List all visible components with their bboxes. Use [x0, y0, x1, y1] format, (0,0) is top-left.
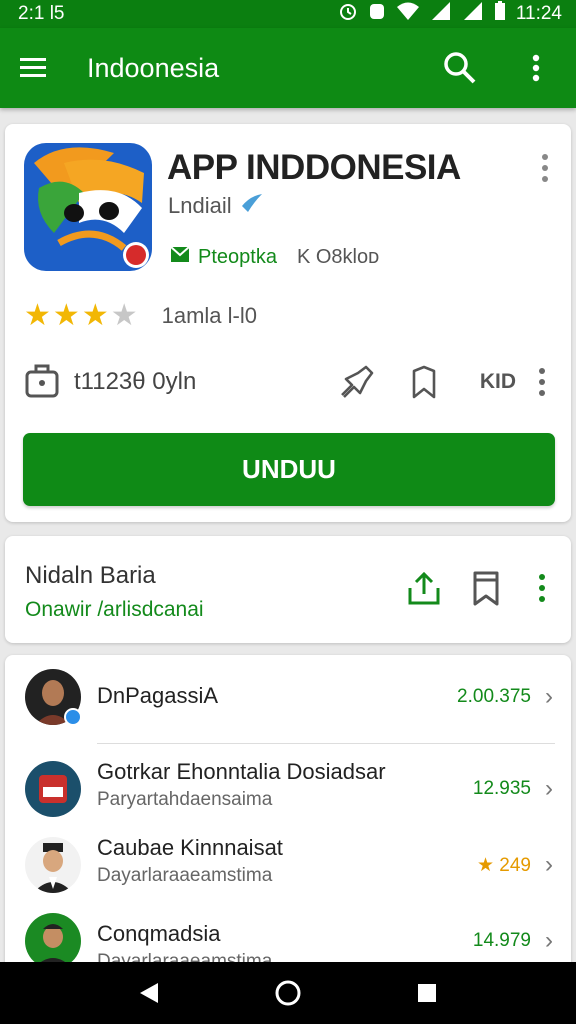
- list-item-value: ★ 249: [476, 854, 531, 876]
- list-item-name: Caubae Kinnnaisat: [97, 835, 283, 860]
- status-time: 2:1 l5: [18, 3, 65, 24]
- status-icons: 11:24: [338, 1, 562, 27]
- kid-label: KID: [479, 370, 516, 393]
- list-item-value: 14.979: [472, 930, 531, 951]
- star-empty-icon: ★: [110, 299, 140, 332]
- avatar: [25, 837, 81, 893]
- list-item[interactable]: Gotrkar Ehonntalia Dosiadsar Paryartahda…: [5, 749, 571, 829]
- app-tag: Pteoptka K O8klоᴅ: [170, 244, 379, 270]
- bookmark-outline-icon[interactable]: [466, 568, 506, 608]
- verified-icon: [240, 192, 264, 220]
- list-item-name: DnPagassiA: [97, 683, 219, 708]
- menu-icon[interactable]: [20, 48, 60, 88]
- chevron-right-icon: ›: [545, 851, 553, 878]
- recents-icon[interactable]: [403, 969, 451, 1017]
- share-icon[interactable]: [404, 568, 444, 608]
- tag-icon: [170, 244, 190, 270]
- meta-overflow-icon[interactable]: [530, 362, 554, 402]
- rating-text: 1amla l-l0: [161, 302, 257, 328]
- divider: [97, 743, 555, 744]
- list-card: DnPagassiA 2.00.375 › Gotrkar Ehonntalia…: [5, 655, 571, 975]
- chevron-right-icon: ›: [545, 927, 553, 954]
- status-bar: 2:1 l5 11:24: [0, 0, 576, 28]
- app-card-overflow-icon[interactable]: [533, 148, 557, 188]
- battery-icon: [494, 1, 506, 27]
- chevron-right-icon: ›: [545, 683, 553, 710]
- home-icon[interactable]: [264, 969, 312, 1017]
- tag-label: Pteoptka: [198, 245, 277, 268]
- signal-icon: [430, 1, 452, 27]
- notification-icon: [368, 1, 386, 27]
- star-icon: ★: [24, 299, 53, 332]
- list-item-value: 2.00.375: [457, 686, 531, 707]
- list-item[interactable]: DnPagassiA 2.00.375 ›: [5, 657, 571, 737]
- system-nav-bar: [0, 962, 576, 1024]
- rating-row: ★★★★ 1amla l-l0: [24, 298, 257, 333]
- meta-row: t1123θ 0уln KID: [24, 360, 554, 404]
- section-title: Nidaln Baria: [25, 562, 156, 589]
- star-icon: ★: [81, 299, 111, 332]
- list-item-subtitle: Paryartahdaensaima: [97, 789, 273, 810]
- download-size-icon: [24, 362, 60, 403]
- list-item-name: Gotrkar Ehonntalia Dosiadsar: [97, 759, 386, 784]
- app-developer[interactable]: Lndiail: [168, 192, 264, 220]
- app-bar: Indoonesia: [0, 28, 576, 108]
- developer-name: Lndiail: [168, 193, 232, 218]
- tag-extra: K O8klоᴅ: [296, 245, 380, 268]
- avatar: [25, 913, 81, 969]
- app-logo-icon: [24, 143, 152, 271]
- status-clock: 11:24: [515, 3, 562, 24]
- pin-icon[interactable]: [336, 362, 376, 402]
- search-icon[interactable]: [440, 48, 480, 88]
- section-subtitle[interactable]: Onawir /arlisdcanai: [25, 598, 204, 622]
- verified-badge-icon: [64, 708, 82, 726]
- list-item[interactable]: Caubae Kinnnaisat Dayarlaraaeamstima ★ 2…: [5, 825, 571, 905]
- list-item-subtitle: Dayarlaraaeamstima: [97, 865, 273, 886]
- download-size-text: t1123θ 0уln: [74, 368, 197, 395]
- install-button[interactable]: UNDUU: [23, 433, 555, 506]
- list-item-name: Conqmadsia: [97, 921, 221, 946]
- signal-2-icon: [462, 1, 484, 27]
- avatar: [25, 761, 81, 817]
- wifi-icon: [396, 1, 420, 27]
- app-bar-title: Indoonesia: [87, 52, 220, 83]
- star-icon: ★: [52, 299, 82, 332]
- section-overflow-icon[interactable]: [530, 568, 554, 608]
- app-title: APP INDDONESIA: [167, 148, 461, 187]
- list-item-value: 12.935: [472, 778, 531, 799]
- alarm-icon: [338, 1, 358, 27]
- bookmark-icon[interactable]: [404, 362, 444, 402]
- chevron-right-icon: ›: [545, 775, 553, 802]
- rating-stars: ★★★★: [24, 298, 140, 333]
- back-icon[interactable]: [125, 969, 173, 1017]
- section-card: Nidaln Baria Onawir /arlisdcanai: [5, 536, 571, 643]
- app-detail-card: APP INDDONESIA Lndiail Pteoptka K O8klоᴅ…: [5, 124, 571, 522]
- overflow-menu-icon[interactable]: [516, 48, 556, 88]
